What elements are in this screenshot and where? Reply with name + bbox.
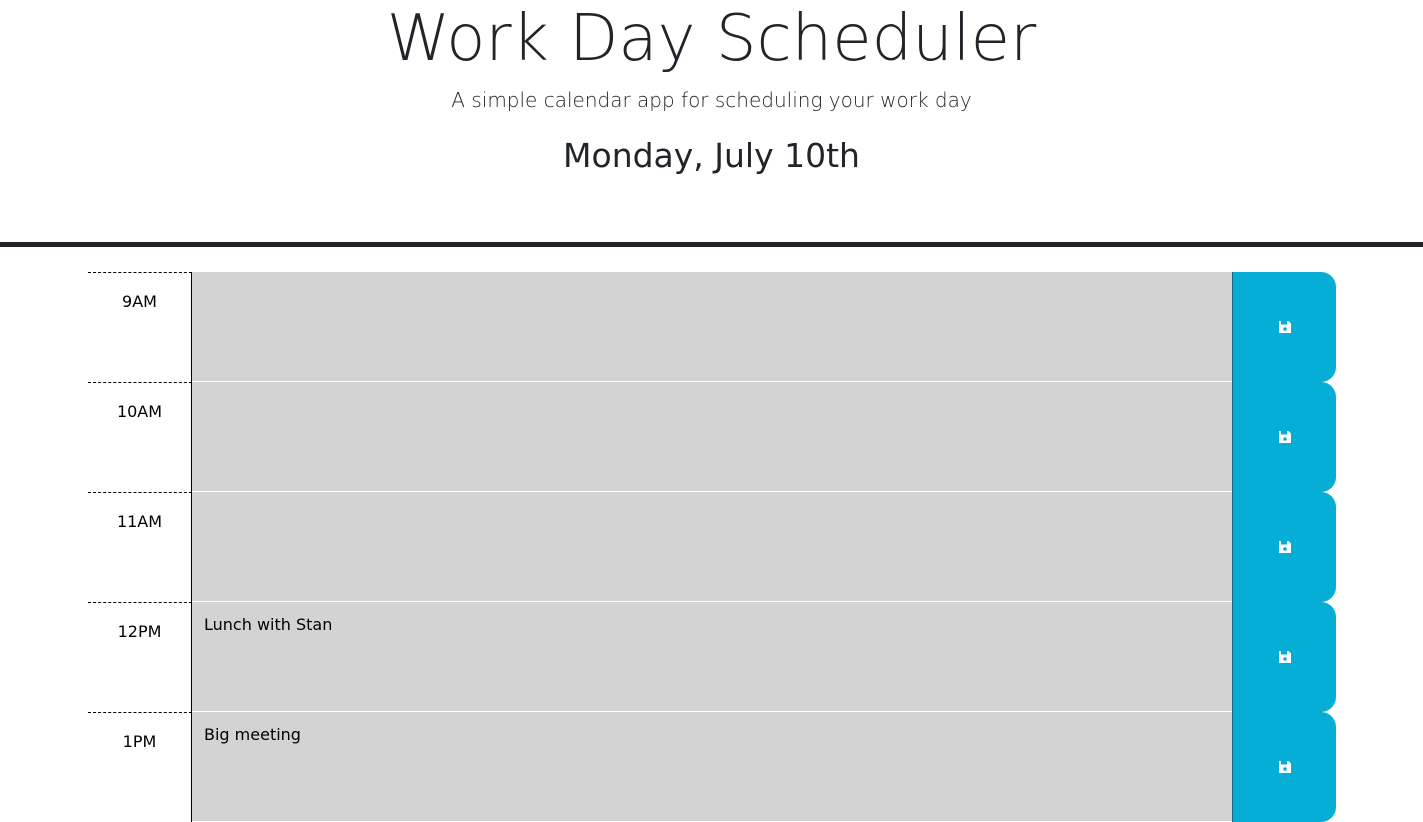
floppy-disk-icon [1278, 431, 1291, 443]
floppy-disk-icon [1278, 321, 1291, 333]
time-block: 9AM [88, 272, 1336, 382]
floppy-disk-icon [1278, 651, 1291, 663]
event-description-input[interactable] [192, 382, 1232, 492]
hour-label: 12PM [88, 602, 192, 712]
save-button[interactable] [1232, 382, 1336, 492]
time-block-list: 9AM 10AM 11AM 12PM Lunch with Stan 1PM B… [88, 272, 1336, 822]
time-block: 11AM [88, 492, 1336, 602]
save-button[interactable] [1232, 492, 1336, 602]
hour-label: 10AM [88, 382, 192, 492]
save-button[interactable] [1232, 602, 1336, 712]
event-description-input[interactable] [192, 492, 1232, 602]
page-title: Work Day Scheduler [386, 2, 1037, 76]
time-block: 12PM Lunch with Stan [88, 602, 1336, 712]
hour-label: 11AM [88, 492, 192, 602]
current-day: Monday, July 10th [563, 136, 860, 175]
floppy-disk-icon [1278, 761, 1291, 773]
page-subtitle: A simple calendar app for scheduling you… [451, 88, 972, 112]
hour-label: 9AM [88, 272, 192, 382]
event-description-input[interactable] [192, 272, 1232, 382]
hour-label: 1PM [88, 712, 192, 822]
header: Work Day Scheduler A simple calendar app… [0, 0, 1423, 247]
event-description-input[interactable]: Lunch with Stan [192, 602, 1232, 712]
time-block: 1PM Big meeting [88, 712, 1336, 822]
time-block: 10AM [88, 382, 1336, 492]
floppy-disk-icon [1278, 541, 1291, 553]
save-button[interactable] [1232, 712, 1336, 822]
save-button[interactable] [1232, 272, 1336, 382]
event-description-input[interactable]: Big meeting [192, 712, 1232, 822]
